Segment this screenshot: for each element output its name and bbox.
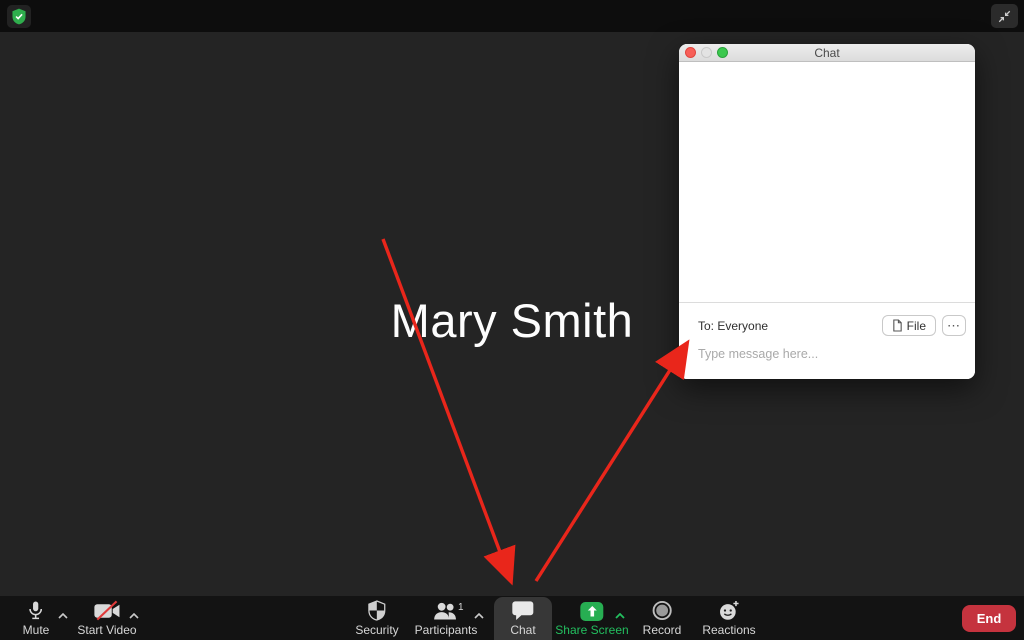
reactions-icon <box>718 600 741 621</box>
video-camera-off-icon <box>94 600 121 621</box>
chat-window-title: Chat <box>679 46 975 60</box>
start-video-button[interactable]: Start Video <box>77 599 136 637</box>
chevron-up-icon <box>615 613 625 619</box>
annotation-arrow-to-chat-button <box>383 239 509 576</box>
reactions-button[interactable]: Reactions <box>702 599 755 637</box>
annotation-arrow-to-chat-panel <box>536 348 684 581</box>
ellipsis-icon: ⋯ <box>947 318 961 334</box>
meeting-top-bar <box>0 0 1024 32</box>
mute-button[interactable]: Mute <box>23 599 50 637</box>
participants-button[interactable]: Participants <box>415 599 478 637</box>
share-options-chevron[interactable] <box>615 606 625 624</box>
share-screen-icon <box>580 602 603 621</box>
participants-count: 1 <box>458 602 464 613</box>
chat-window-titlebar[interactable]: Chat <box>679 44 975 62</box>
chat-window: Chat To: Everyone File ⋯ <box>679 44 975 379</box>
microphone-icon <box>27 600 45 621</box>
file-button[interactable]: File <box>882 315 936 336</box>
exit-fullscreen-button[interactable] <box>991 4 1018 28</box>
chevron-up-icon <box>58 613 68 619</box>
encryption-shield-icon <box>11 8 27 25</box>
record-icon <box>652 600 673 621</box>
chat-messages-area <box>679 62 975 302</box>
chat-recipient-selector[interactable]: To: Everyone <box>698 319 768 333</box>
participants-options-chevron[interactable] <box>474 606 484 624</box>
video-options-chevron[interactable] <box>129 606 139 624</box>
file-button-label: File <box>907 319 926 333</box>
meeting-toolbar: Mute Start Video <box>0 596 1024 640</box>
mute-options-chevron[interactable] <box>58 606 68 624</box>
chat-message-input[interactable] <box>698 347 948 361</box>
chevron-up-icon <box>474 613 484 619</box>
exit-fullscreen-icon <box>997 9 1012 24</box>
record-button[interactable]: Record <box>643 599 682 637</box>
security-shield-icon <box>367 600 386 621</box>
chat-bubble-icon <box>511 600 534 621</box>
security-button[interactable]: Security <box>355 599 398 637</box>
file-icon <box>892 319 903 332</box>
chevron-up-icon <box>129 613 139 619</box>
meeting-info-button[interactable] <box>7 5 31 28</box>
participants-icon <box>432 601 459 621</box>
more-options-button[interactable]: ⋯ <box>942 315 966 336</box>
end-meeting-button[interactable]: End <box>962 605 1016 632</box>
chat-compose-area: To: Everyone File ⋯ <box>679 302 975 379</box>
chat-button[interactable]: Chat <box>510 599 535 637</box>
